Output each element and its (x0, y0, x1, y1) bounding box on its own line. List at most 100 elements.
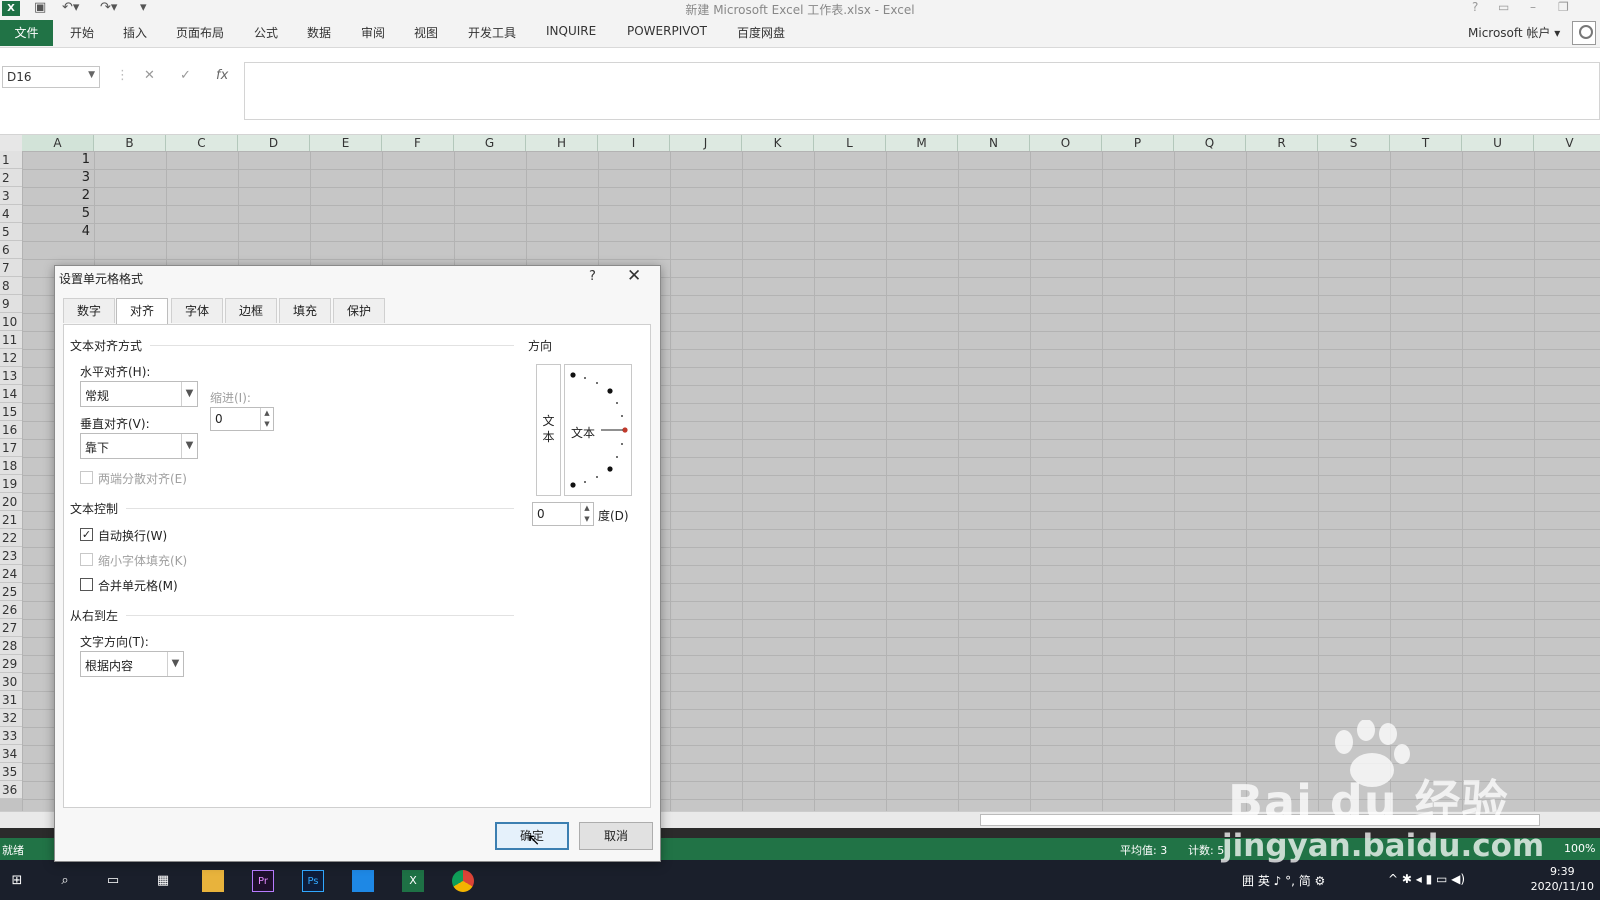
tab-font[interactable]: 字体 (171, 298, 223, 323)
vertical-align-select[interactable]: 靠下 ▼ (80, 433, 198, 459)
cell-value[interactable]: 4 (22, 223, 92, 241)
tab-page-layout[interactable]: 页面布局 (176, 24, 224, 41)
tab-protection[interactable]: 保护 (333, 298, 385, 323)
column-header[interactable]: E (310, 135, 382, 151)
column-header[interactable]: F (382, 135, 454, 151)
chevron-down-icon[interactable]: ▼ (181, 434, 197, 458)
search-icon[interactable]: ⌕ (54, 870, 76, 892)
row-header[interactable]: 14 (0, 385, 22, 403)
tab-border[interactable]: 边框 (225, 298, 277, 323)
row-header[interactable]: 13 (0, 367, 22, 385)
column-header[interactable]: S (1318, 135, 1390, 151)
insert-function-icon[interactable]: fx (216, 68, 228, 83)
column-header[interactable]: M (886, 135, 958, 151)
tab-formulas[interactable]: 公式 (254, 24, 278, 41)
photoshop-icon[interactable]: Ps (302, 870, 324, 892)
tab-baidu-netdisk[interactable]: 百度网盘 (737, 24, 785, 41)
select-all-corner[interactable] (0, 135, 22, 151)
row-header[interactable]: 34 (0, 745, 22, 763)
chevron-down-icon[interactable]: ▼ (167, 652, 183, 676)
help-icon[interactable]: ? (589, 269, 596, 284)
spin-arrows-icon[interactable]: ▲ ▼ (580, 503, 593, 525)
chevron-down-icon[interactable]: ▼ (88, 70, 95, 80)
tab-insert[interactable]: 插入 (123, 24, 147, 41)
row-header[interactable]: 30 (0, 673, 22, 691)
premiere-icon[interactable]: Pr (252, 870, 274, 892)
cell-value[interactable]: 1 (22, 151, 92, 169)
ribbon-display-icon[interactable]: ▭ (1498, 0, 1509, 14)
cancel-icon[interactable]: ✕ (144, 68, 155, 83)
column-header[interactable]: V (1534, 135, 1600, 151)
tab-home[interactable]: 开始 (70, 24, 94, 41)
enter-icon[interactable]: ✓ (180, 68, 191, 83)
tab-file[interactable]: 文件 (0, 20, 53, 46)
column-header[interactable]: A (22, 135, 94, 151)
row-header[interactable]: 20 (0, 493, 22, 511)
cell-value[interactable]: 3 (22, 169, 92, 187)
tab-developer[interactable]: 开发工具 (468, 24, 516, 41)
horizontal-align-select[interactable]: 常规 ▼ (80, 381, 198, 407)
row-header[interactable]: 17 (0, 439, 22, 457)
tray-icons[interactable]: ^ ✱ ◂ ▮ ▭ ◀) (1388, 872, 1465, 886)
row-header[interactable]: 27 (0, 619, 22, 637)
row-header[interactable]: 6 (0, 241, 22, 259)
column-header[interactable]: N (958, 135, 1030, 151)
cancel-button[interactable]: 取消 (579, 822, 653, 850)
column-header[interactable]: P (1102, 135, 1174, 151)
column-header[interactable]: J (670, 135, 742, 151)
account-menu[interactable]: Microsoft 帐户 ▾ (1468, 24, 1560, 41)
column-header[interactable]: O (1030, 135, 1102, 151)
row-header[interactable]: 29 (0, 655, 22, 673)
tab-inquire[interactable]: INQUIRE (546, 24, 596, 38)
close-icon[interactable]: ✕ (627, 266, 641, 286)
avatar[interactable] (1572, 21, 1596, 45)
column-header[interactable]: H (526, 135, 598, 151)
merge-cells-checkbox[interactable] (80, 578, 93, 591)
tab-review[interactable]: 审阅 (361, 24, 385, 41)
column-header[interactable]: C (166, 135, 238, 151)
tab-alignment[interactable]: 对齐 (116, 298, 168, 325)
row-header[interactable]: 15 (0, 403, 22, 421)
clapper-icon[interactable]: ▦ (152, 870, 174, 892)
shrink-to-fit-checkbox[interactable] (80, 553, 93, 566)
excel-icon[interactable]: X (402, 870, 424, 892)
row-header[interactable]: 23 (0, 547, 22, 565)
row-header[interactable]: 5 (0, 223, 22, 241)
column-header[interactable]: B (94, 135, 166, 151)
row-header[interactable]: 16 (0, 421, 22, 439)
column-header[interactable]: D (238, 135, 310, 151)
row-header[interactable]: 11 (0, 331, 22, 349)
chrome-icon[interactable] (452, 870, 474, 892)
cell-value[interactable]: 2 (22, 187, 92, 205)
row-header[interactable]: 9 (0, 295, 22, 313)
row-header[interactable]: 18 (0, 457, 22, 475)
row-header[interactable]: 32 (0, 709, 22, 727)
vertical-text-toggle[interactable]: 文本 (536, 364, 561, 496)
row-header[interactable]: 36 (0, 781, 22, 799)
row-header[interactable]: 4 (0, 205, 22, 223)
orientation-dial[interactable]: 文本 (564, 364, 632, 496)
chevron-down-icon[interactable]: ▼ (181, 382, 197, 406)
row-header[interactable]: 2 (0, 169, 22, 187)
row-header[interactable]: 12 (0, 349, 22, 367)
help-icon[interactable]: ? (1472, 0, 1478, 14)
row-header[interactable]: 31 (0, 691, 22, 709)
column-header[interactable]: U (1462, 135, 1534, 151)
row-header[interactable]: 33 (0, 727, 22, 745)
tab-fill[interactable]: 填充 (279, 298, 331, 323)
row-header[interactable]: 19 (0, 475, 22, 493)
row-header[interactable]: 25 (0, 583, 22, 601)
tab-number[interactable]: 数字 (63, 298, 115, 323)
row-header[interactable]: 21 (0, 511, 22, 529)
row-header[interactable]: 26 (0, 601, 22, 619)
tab-powerpivot[interactable]: POWERPIVOT (627, 24, 707, 38)
column-header[interactable]: L (814, 135, 886, 151)
minimize-icon[interactable]: – (1530, 0, 1536, 14)
spin-arrows-icon[interactable]: ▲ ▼ (260, 408, 273, 430)
restore-icon[interactable]: ❐ (1558, 0, 1569, 14)
task-view-icon[interactable]: ▭ (102, 870, 124, 892)
name-box[interactable]: D16 ▼ (2, 66, 100, 88)
text-direction-select[interactable]: 根据内容 ▼ (80, 651, 184, 677)
indent-stepper[interactable]: 0 ▲ ▼ (210, 407, 274, 431)
row-header[interactable]: 28 (0, 637, 22, 655)
